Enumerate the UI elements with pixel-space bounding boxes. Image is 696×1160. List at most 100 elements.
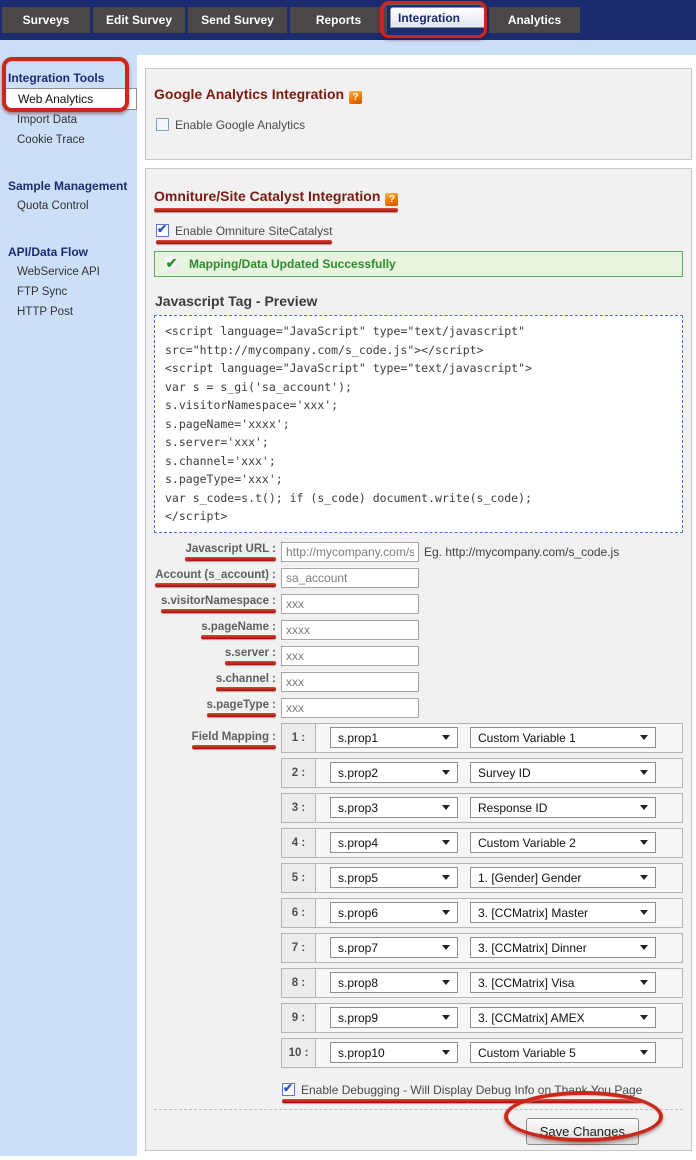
prop-select-10[interactable]: s.prop10	[330, 1042, 458, 1063]
help-icon[interactable]	[349, 91, 362, 104]
sidebar-gap	[0, 150, 137, 176]
target-select-6[interactable]: 3. [CCMatrix] Master	[470, 902, 656, 923]
dropdown-arrow-icon	[442, 980, 450, 985]
field-mapping-area: Field Mapping : 1 : s.prop1 Custom Varia…	[154, 723, 683, 1073]
code-line: s.pageType='xxx';	[165, 470, 672, 489]
target-select-3[interactable]: Response ID	[470, 797, 656, 818]
code-line: var s_code=s.t(); if (s_code) document.w…	[165, 489, 672, 508]
tab-edit-survey[interactable]: Edit Survey	[93, 7, 185, 33]
code-line: <script language="JavaScript" type="text…	[165, 322, 672, 341]
code-line: s.channel='xxx';	[165, 452, 672, 471]
code-line: src="http://mycompany.com/s_code.js"></s…	[165, 341, 672, 360]
sidebar-item-web-analytics[interactable]: Web Analytics	[5, 88, 137, 110]
tab-reports[interactable]: Reports	[290, 7, 387, 33]
tab-send-survey[interactable]: Send Survey	[188, 7, 287, 33]
sidebar-item-quota-control[interactable]: Quota Control	[0, 196, 137, 216]
sidebar-item-http-post[interactable]: HTTP Post	[0, 302, 137, 322]
form-row-visitor-namespace: s.visitorNamespace :	[154, 591, 683, 617]
javascript-url-label: Javascript URL :	[185, 543, 276, 561]
target-select-8[interactable]: 3. [CCMatrix] Visa	[470, 972, 656, 993]
mapping-number: 8 :	[282, 969, 316, 997]
target-select-value: 3. [CCMatrix] Dinner	[478, 941, 587, 955]
dropdown-arrow-icon	[442, 805, 450, 810]
prop-select-5[interactable]: s.prop5	[330, 867, 458, 888]
field-mapping-row-7: 7 : s.prop7 3. [CCMatrix] Dinner	[281, 933, 683, 963]
target-select-1[interactable]: Custom Variable 1	[470, 727, 656, 748]
code-line: var s = s_gi('sa_account');	[165, 378, 672, 397]
js-tag-preview-title: Javascript Tag - Preview	[155, 293, 683, 309]
target-select-value: Custom Variable 1	[478, 731, 576, 745]
target-select-7[interactable]: 3. [CCMatrix] Dinner	[470, 937, 656, 958]
dropdown-arrow-icon	[640, 980, 648, 985]
enable-debugging-checkbox[interactable]	[282, 1083, 295, 1096]
field-mapping-row-5: 5 : s.prop5 1. [Gender] Gender	[281, 863, 683, 893]
prop-select-9[interactable]: s.prop9	[330, 1007, 458, 1028]
visitor-namespace-input[interactable]	[281, 594, 419, 614]
mapping-number: 6 :	[282, 899, 316, 927]
prop-select-1[interactable]: s.prop1	[330, 727, 458, 748]
target-select-2[interactable]: Survey ID	[470, 762, 656, 783]
dropdown-arrow-icon	[640, 770, 648, 775]
js-tag-preview-code: <script language="JavaScript" type="text…	[154, 315, 683, 533]
omniture-title: Omniture/Site Catalyst Integration	[154, 187, 398, 212]
form-row-javascript-url: Javascript URL : Eg. http://mycompany.co…	[154, 539, 683, 565]
channel-label: s.channel :	[216, 673, 276, 691]
target-select-value: 1. [Gender] Gender	[478, 871, 581, 885]
sidebar-gap	[0, 216, 137, 242]
sidebar-header-sample-management: Sample Management	[0, 176, 137, 196]
target-select-10[interactable]: Custom Variable 5	[470, 1042, 656, 1063]
server-input[interactable]	[281, 646, 419, 666]
target-select-5[interactable]: 1. [Gender] Gender	[470, 867, 656, 888]
sidebar-item-import-data[interactable]: Import Data	[0, 110, 137, 130]
tab-surveys[interactable]: Surveys	[2, 7, 90, 33]
field-mapping-row-1: 1 : s.prop1 Custom Variable 1	[281, 723, 683, 753]
enable-omniture-checkbox[interactable]	[156, 224, 169, 237]
tab-integration[interactable]: Integration	[390, 7, 486, 28]
prop-select-7[interactable]: s.prop7	[330, 937, 458, 958]
target-select-value: Custom Variable 5	[478, 1046, 576, 1060]
divider	[154, 1109, 683, 1110]
enable-omniture-row: Enable Omniture SiteCatalyst	[156, 224, 332, 244]
target-select-9[interactable]: 3. [CCMatrix] AMEX	[470, 1007, 656, 1028]
code-line: </script>	[165, 507, 672, 526]
save-changes-button[interactable]: Save Changes	[526, 1118, 639, 1145]
sidebar: Integration Tools Web Analytics Import D…	[0, 55, 137, 1156]
success-message-text: Mapping/Data Updated Successfully	[189, 257, 396, 271]
sidebar-item-cookie-trace[interactable]: Cookie Trace	[0, 130, 137, 150]
dropdown-arrow-icon	[640, 1015, 648, 1020]
server-label: s.server :	[225, 647, 276, 665]
dropdown-arrow-icon	[640, 945, 648, 950]
account-input[interactable]	[281, 568, 419, 588]
prop-select-value: s.prop10	[338, 1046, 385, 1060]
prop-select-2[interactable]: s.prop2	[330, 762, 458, 783]
target-select-4[interactable]: Custom Variable 2	[470, 832, 656, 853]
channel-input[interactable]	[281, 672, 419, 692]
javascript-url-input[interactable]	[281, 542, 419, 562]
success-check-icon	[163, 256, 180, 273]
prop-select-value: s.prop5	[338, 871, 378, 885]
form-row-server: s.server :	[154, 643, 683, 669]
target-select-value: 3. [CCMatrix] Master	[478, 906, 588, 920]
dropdown-arrow-icon	[442, 840, 450, 845]
help-icon[interactable]	[385, 193, 398, 206]
tab-analytics[interactable]: Analytics	[489, 7, 580, 33]
sidebar-header-integration-tools: Integration Tools	[0, 68, 137, 88]
top-nav-bar: Surveys Edit Survey Send Survey Reports …	[0, 0, 696, 40]
target-select-value: 3. [CCMatrix] Visa	[478, 976, 574, 990]
page-name-input[interactable]	[281, 620, 419, 640]
enable-google-analytics-label: Enable Google Analytics	[175, 118, 305, 132]
prop-select-8[interactable]: s.prop8	[330, 972, 458, 993]
prop-select-3[interactable]: s.prop3	[330, 797, 458, 818]
enable-debugging-label: Enable Debugging - Will Display Debug In…	[301, 1083, 642, 1097]
enable-google-analytics-checkbox[interactable]	[156, 118, 169, 131]
page-type-input[interactable]	[281, 698, 419, 718]
dropdown-arrow-icon	[640, 875, 648, 880]
omniture-title-text: Omniture/Site Catalyst Integration	[154, 188, 380, 204]
dropdown-arrow-icon	[640, 735, 648, 740]
prop-select-value: s.prop3	[338, 801, 378, 815]
prop-select-4[interactable]: s.prop4	[330, 832, 458, 853]
sidebar-item-ftp-sync[interactable]: FTP Sync	[0, 282, 137, 302]
sidebar-item-webservice-api[interactable]: WebService API	[0, 262, 137, 282]
prop-select-6[interactable]: s.prop6	[330, 902, 458, 923]
dropdown-arrow-icon	[640, 910, 648, 915]
